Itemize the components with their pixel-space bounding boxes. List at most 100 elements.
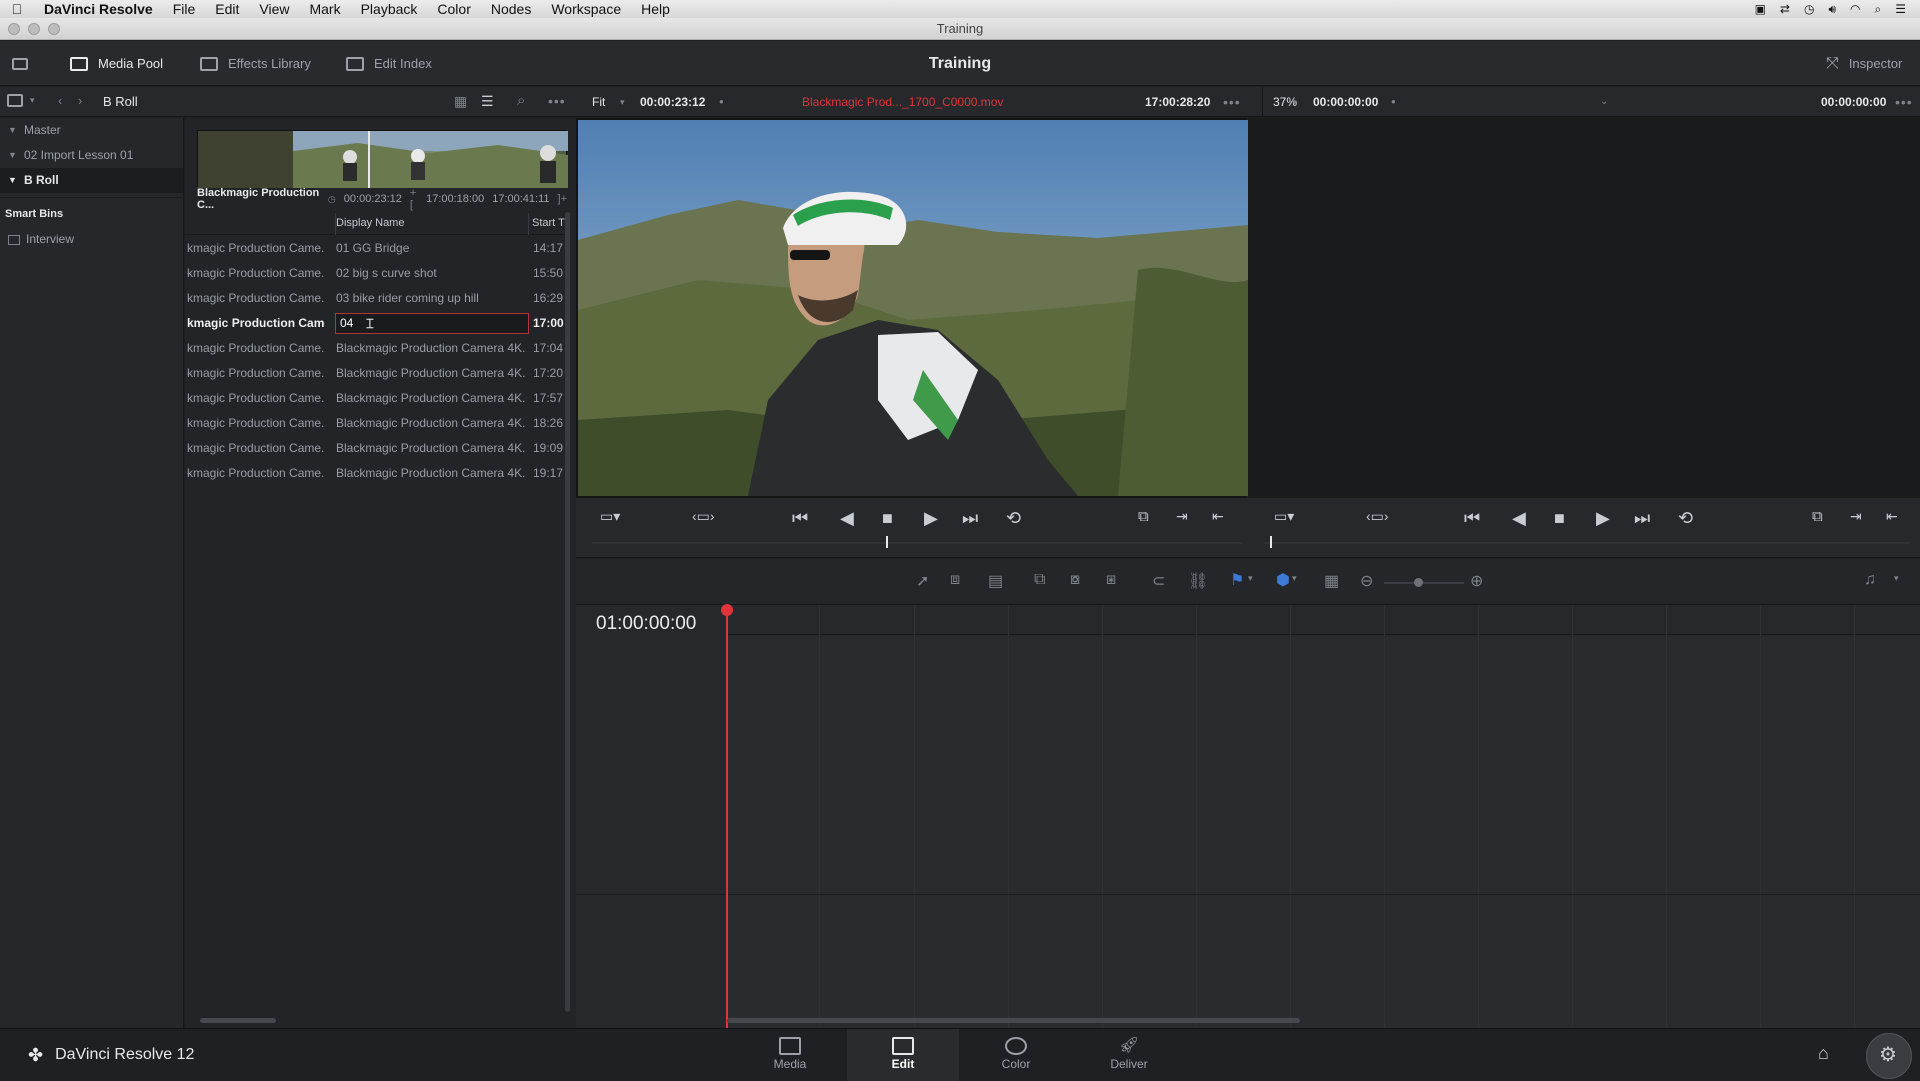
time-machine-icon[interactable]: ◷ [1804,2,1814,17]
timeline-mark-in-icon[interactable]: ⇥ [1850,508,1862,525]
zoom-out-icon[interactable]: ⊖ [1360,571,1373,591]
media-pool-button[interactable]: Media Pool [70,41,163,86]
menu-view[interactable]: View [249,1,299,17]
timeline-timecode[interactable]: 01:00:00:00 [596,613,696,635]
zoom-window-button[interactable] [48,23,60,35]
effects-library-button[interactable]: Effects Library [200,41,311,86]
flag-icon[interactable]: ⚑ [1230,570,1244,590]
insert-clip-icon[interactable]: ⧉ [1138,508,1149,525]
menu-file[interactable]: File [163,1,206,17]
apple-icon[interactable]:  [0,1,34,17]
timeline-ruler[interactable] [728,605,1920,635]
skip-to-end-icon[interactable]: ⏭ [962,508,978,529]
playhead-handle[interactable] [721,604,733,616]
display-name-edit-field[interactable]: 04 [335,313,529,334]
back-arrow-icon[interactable]: ‹ [58,93,62,108]
trim-tool-icon[interactable]: ⧈ [950,571,960,589]
chevron-down-icon[interactable]: ▾ [1894,573,1899,584]
menu-workspace[interactable]: Workspace [541,1,631,17]
timeline-panel[interactable]: 01:00:00:00 [576,604,1920,1028]
sidebar-toggle-icon[interactable] [7,94,23,107]
timeline-mark-out-icon[interactable]: ⇤ [1886,508,1898,525]
timeline-skip-to-start-icon[interactable]: ⏮ [1464,508,1480,529]
clip-thumbnail-strip[interactable] [197,130,568,188]
minimize-window-button[interactable] [28,23,40,35]
table-row[interactable]: kmagic Production Came... Blackmagic Pro… [185,386,565,411]
table-row[interactable]: kmagic Production Came... Blackmagic Pro… [185,361,565,386]
spotlight-icon[interactable]: ⌕ [1875,2,1882,17]
source-scrubber-playhead[interactable] [886,536,888,548]
column-display-name[interactable]: Display Name [336,217,404,229]
overwrite-clip-tool-icon[interactable]: ⧇ [1070,571,1080,589]
menu-color[interactable]: Color [427,1,480,17]
view-mode-icon[interactable]: ▭▾ [600,508,620,525]
edit-index-button[interactable]: Edit Index [346,41,432,86]
timeline-play-reverse-icon[interactable]: ◀ [1512,508,1526,529]
table-row-selected[interactable]: kmagic Production Came... 04 17:00 ⌶ [185,311,565,336]
audio-icon[interactable]: ♫ [1864,571,1876,589]
page-tab-edit[interactable]: Edit [847,1029,959,1081]
bin-options-icon[interactable]: ••• [548,93,566,109]
menu-help[interactable]: Help [631,1,680,17]
inspector-button[interactable]: ⤧ Inspector [1826,41,1902,86]
timeline-viewer[interactable] [1248,118,1920,498]
marker-icon[interactable]: ⬢ [1276,570,1290,590]
menu-playback[interactable]: Playback [351,1,428,17]
table-row[interactable]: kmagic Production Came... Blackmagic Pro… [185,436,565,461]
list-view-icon[interactable]: ☰ [481,93,494,110]
table-row[interactable]: kmagic Production Came... Blackmagic Pro… [185,336,565,361]
menu-nodes[interactable]: Nodes [481,1,541,17]
zoom-slider-handle[interactable] [1414,578,1423,587]
stop-icon[interactable]: ■ [882,508,893,529]
menu-edit[interactable]: Edit [205,1,249,17]
source-clip-name[interactable]: Blackmagic Prod..._1700_C0000.mov [802,87,1003,117]
screen-icon[interactable]: ▣ [1755,2,1766,17]
zoom-in-icon[interactable]: ⊕ [1470,571,1483,591]
workspace-toggle-button[interactable] [12,41,28,86]
bin-b-roll[interactable]: ▼ B Roll [0,168,183,193]
table-row[interactable]: kmagic Production Came... 03 bike rider … [185,286,565,311]
skip-to-start-icon[interactable]: ⏮ [792,508,808,529]
snapping-icon[interactable]: ⊂ [1152,571,1165,591]
mark-out-icon[interactable]: ⇤ [1212,508,1224,525]
media-pool-vertical-scrollbar[interactable] [565,212,570,1012]
mark-in-icon[interactable]: ⇥ [1176,508,1188,525]
source-viewer-options-icon[interactable]: ••• [1223,87,1241,117]
sync-icon[interactable]: ⇄ [1780,2,1790,17]
smart-bin-interview[interactable]: Interview [0,227,183,252]
wifi-icon[interactable]: ◠ [1850,2,1860,17]
zoom-slider[interactable] [1384,582,1464,584]
sidebar-toggle-chevron-icon[interactable]: ▾ [30,95,35,106]
timeline-scrubber-playhead[interactable] [1270,536,1272,548]
grid-view-icon[interactable]: ▦ [454,93,467,110]
match-frame-icon[interactable]: ‹▭› [692,508,715,525]
search-icon[interactable]: ⌕ [517,92,525,109]
timeline-name-chevron-icon[interactable]: ⌄ [1600,87,1608,117]
settings-gear-button[interactable]: ⚙ [1866,1033,1912,1079]
menu-mark[interactable]: Mark [299,1,350,17]
column-start-timecode[interactable]: Start T [532,217,565,229]
timeline-skip-to-end-icon[interactable]: ⏭ [1634,508,1650,529]
blade-tool-icon[interactable]: ▤ [988,571,1003,591]
chevron-down-icon[interactable]: ▾ [1292,573,1297,584]
loop-icon[interactable]: ⟲ [1006,508,1021,529]
source-scrubber[interactable] [592,542,1242,544]
table-row[interactable]: kmagic Production Came... Blackmagic Pro… [185,411,565,436]
bin-master[interactable]: ▼ Master [0,118,183,143]
source-timecode[interactable]: 17:00:28:20 [1145,87,1210,117]
page-tab-deliver[interactable]: 🚀︎ Deliver [1073,1029,1185,1081]
table-row[interactable]: kmagic Production Came... 02 big s curve… [185,261,565,286]
page-tab-color[interactable]: Color [960,1029,1072,1081]
play-reverse-icon[interactable]: ◀ [840,508,854,529]
timeline-view-options-icon[interactable]: ▦ [1324,571,1339,591]
table-row[interactable]: kmagic Production Came... Blackmagic Pro… [185,461,565,486]
insert-clip-tool-icon[interactable]: ⧉ [1034,571,1045,589]
notification-center-icon[interactable]: ☰ [1895,2,1906,17]
table-row[interactable]: kmagic Production Came... 01 GG Bridge 1… [185,236,565,261]
timeline-view-mode-icon[interactable]: ▭▾ [1274,508,1294,525]
timeline-match-frame-icon[interactable]: ‹▭› [1366,508,1389,525]
timeline-stop-icon[interactable]: ■ [1554,508,1565,529]
chevron-down-icon[interactable]: ▾ [1292,87,1297,117]
home-icon[interactable]: ⌂ [1818,1043,1829,1064]
menu-app-name[interactable]: DaVinci Resolve [34,1,163,17]
